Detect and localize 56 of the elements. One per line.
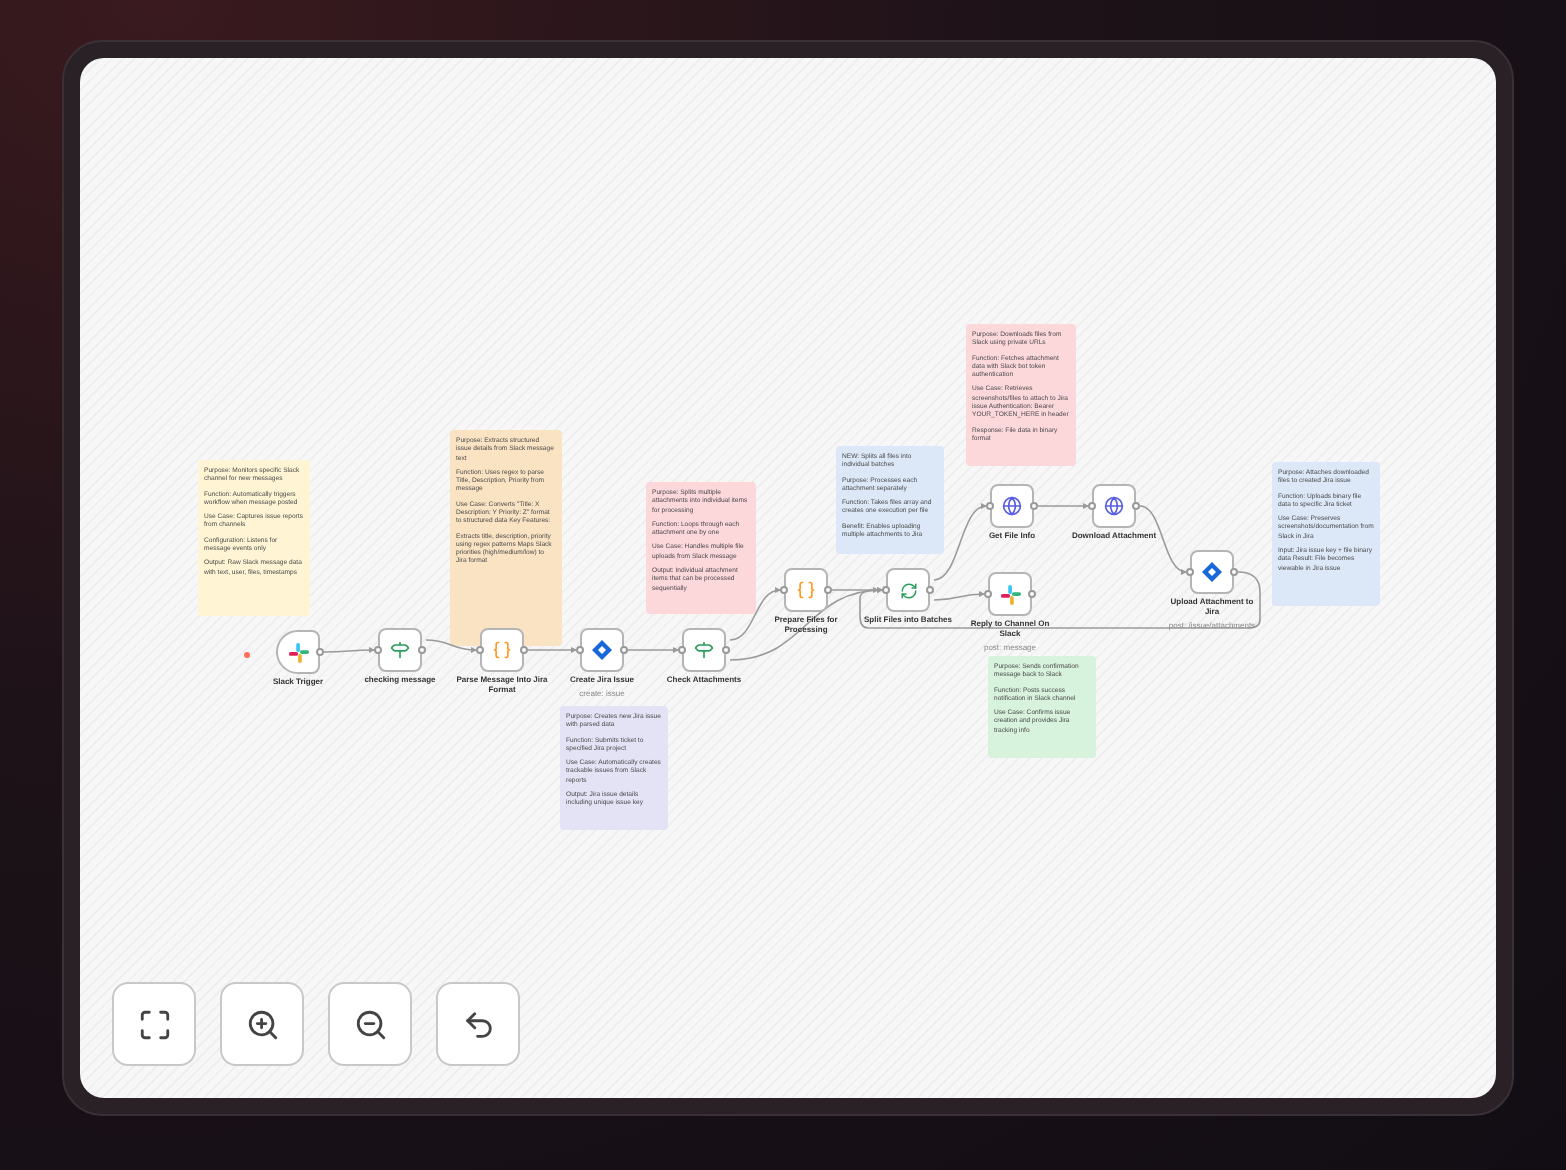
connector-line (323, 646, 376, 654)
input-handle[interactable] (1186, 568, 1194, 576)
fit-button[interactable] (112, 982, 196, 1066)
workflow-node[interactable] (988, 572, 1032, 616)
globe-icon (1002, 496, 1022, 516)
workflow-node[interactable] (378, 628, 422, 672)
input-handle[interactable] (882, 586, 890, 594)
workflow-node[interactable] (784, 568, 828, 612)
signpost-icon (390, 640, 410, 660)
input-handle[interactable] (374, 646, 382, 654)
output-handle[interactable] (824, 586, 832, 594)
workflow-node[interactable] (886, 568, 930, 612)
diamond-icon (1202, 562, 1222, 582)
workflow-node[interactable] (1092, 484, 1136, 528)
input-handle[interactable] (986, 502, 994, 510)
output-handle[interactable] (722, 646, 730, 654)
zoom-out-button[interactable] (328, 982, 412, 1066)
output-handle[interactable] (1028, 590, 1036, 598)
workflow-node[interactable] (990, 484, 1034, 528)
workflow-node[interactable] (480, 628, 524, 672)
braces-icon (492, 640, 512, 660)
connector-line (527, 646, 578, 654)
input-handle[interactable] (984, 590, 992, 598)
workflow-node[interactable] (580, 628, 624, 672)
globe-icon (1104, 496, 1124, 516)
zoom-in-button[interactable] (220, 982, 304, 1066)
output-handle[interactable] (520, 646, 528, 654)
undo-button[interactable] (436, 982, 520, 1066)
diamond-icon (592, 640, 612, 660)
slack-icon (999, 583, 1021, 605)
output-handle[interactable] (926, 586, 934, 594)
output-handle[interactable] (316, 648, 324, 656)
workflow-node[interactable] (1190, 550, 1234, 594)
output-handle[interactable] (418, 646, 426, 654)
connector-line (425, 639, 478, 653)
input-handle[interactable] (780, 586, 788, 594)
input-handle[interactable] (678, 646, 686, 654)
output-handle[interactable] (1230, 568, 1238, 576)
output-handle[interactable] (1132, 502, 1140, 510)
input-handle[interactable] (1088, 502, 1096, 510)
braces-icon (796, 580, 816, 600)
workflow-node[interactable] (682, 628, 726, 672)
output-handle[interactable] (620, 646, 628, 654)
connector-line (627, 646, 680, 654)
refresh-icon (899, 581, 917, 599)
trigger-dot (244, 652, 250, 658)
signpost-icon (694, 640, 714, 660)
fit-view-icon (137, 1007, 171, 1041)
input-handle[interactable] (576, 646, 584, 654)
output-handle[interactable] (1030, 502, 1038, 510)
undo-icon (461, 1007, 495, 1041)
input-handle[interactable] (476, 646, 484, 654)
zoom-in-icon (245, 1007, 279, 1041)
slack-icon (287, 641, 309, 663)
zoom-out-icon (353, 1007, 387, 1041)
connector-line (1037, 502, 1090, 510)
